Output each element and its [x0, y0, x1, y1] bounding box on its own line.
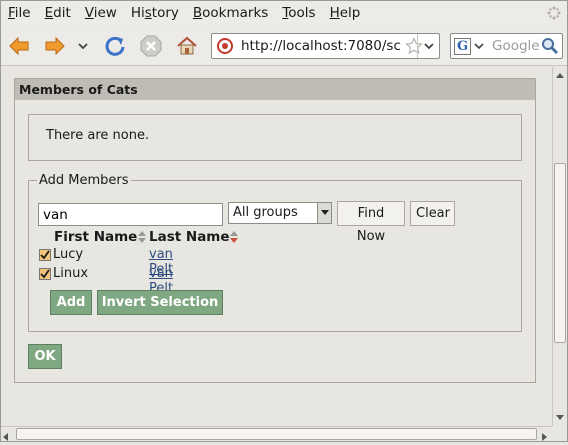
menu-view[interactable]: View — [78, 2, 124, 24]
menu-help[interactable]: Help — [323, 2, 368, 24]
triangle-down-icon — [556, 414, 564, 420]
web-search-bar[interactable]: G Google — [450, 33, 563, 59]
site-favicon-icon — [217, 38, 233, 54]
url-history-dropdown[interactable] — [417, 34, 439, 58]
first-name-cell: Lucy — [53, 247, 84, 262]
first-name-cell: Linux — [53, 266, 89, 281]
url-text[interactable]: http://localhost:7080/sc — [241, 38, 402, 54]
scroll-left-button[interactable] — [3, 430, 8, 445]
add-button[interactable]: Add — [50, 290, 92, 315]
group-select-value: All groups — [233, 205, 298, 220]
triangle-up-icon — [556, 72, 564, 78]
history-dropdown-button[interactable] — [73, 32, 93, 60]
horizontal-scrollbar[interactable] — [1, 426, 552, 441]
chevron-down-icon — [474, 42, 484, 49]
checkmark-icon — [40, 250, 50, 260]
forward-button[interactable] — [41, 32, 69, 60]
last-name-header[interactable]: Last Name — [149, 229, 230, 245]
menu-history[interactable]: History — [124, 2, 186, 24]
menu-bookmarks[interactable]: Bookmarks — [186, 2, 275, 24]
horizontal-scroll-thumb[interactable] — [16, 428, 537, 440]
chevron-down-icon — [423, 42, 434, 49]
back-arrow-icon — [9, 36, 29, 56]
scroll-right-button[interactable] — [542, 430, 547, 445]
member-search-input[interactable] — [38, 203, 223, 226]
reload-icon — [105, 36, 125, 56]
home-button[interactable] — [173, 32, 201, 60]
triangle-down-icon — [320, 210, 329, 215]
menu-tools[interactable]: Tools — [275, 2, 322, 24]
stop-button[interactable] — [137, 32, 165, 60]
clear-button[interactable]: Clear — [410, 201, 455, 226]
select-arrow[interactable] — [317, 203, 331, 223]
forward-arrow-icon — [45, 36, 65, 56]
checkmark-icon — [40, 269, 50, 279]
throbber-icon — [547, 6, 561, 20]
add-members-legend: Add Members — [39, 173, 129, 188]
url-bar[interactable]: http://localhost:7080/sc — [211, 33, 440, 59]
home-icon — [177, 36, 197, 55]
sort-arrows-icon[interactable] — [230, 231, 238, 243]
members-panel: Members of Cats There are none. Add Memb… — [14, 78, 536, 383]
reload-button[interactable] — [101, 32, 129, 60]
find-now-button[interactable]: Find Now — [337, 201, 405, 244]
google-logo-icon: G — [454, 37, 471, 55]
group-select[interactable]: All groups — [228, 202, 332, 224]
triangle-left-icon — [3, 433, 8, 441]
no-members-text: There are none. — [46, 128, 150, 143]
member-checkbox[interactable] — [39, 249, 51, 261]
scrollbar-corner — [552, 426, 567, 441]
current-members-box: There are none. — [28, 114, 522, 161]
ok-button[interactable]: OK — [28, 344, 62, 369]
sort-arrows-icon[interactable] — [138, 231, 146, 243]
menu-bar: File Edit View History Bookmarks Tools H… — [1, 1, 567, 25]
stop-icon — [140, 35, 162, 57]
member-checkbox[interactable] — [39, 268, 51, 280]
scroll-up-button[interactable] — [553, 68, 567, 82]
menu-edit[interactable]: Edit — [38, 2, 78, 24]
search-icon[interactable] — [541, 37, 559, 55]
add-members-fieldset: Add Members All groups Find Now Clear Fi… — [28, 173, 522, 332]
chevron-down-icon — [78, 43, 88, 50]
navigation-toolbar: http://localhost:7080/sc G Google — [1, 26, 567, 66]
vertical-scroll-thumb[interactable] — [554, 163, 566, 343]
invert-selection-button[interactable]: Invert Selection — [97, 290, 223, 315]
search-engine-selector[interactable]: G — [454, 37, 488, 55]
panel-title: Members of Cats — [15, 79, 535, 100]
vertical-scrollbar[interactable] — [552, 67, 567, 426]
scroll-down-button[interactable] — [553, 410, 567, 424]
triangle-right-icon — [542, 433, 547, 441]
page-viewport: Members of Cats There are none. Add Memb… — [1, 67, 552, 426]
first-name-header[interactable]: First Name — [54, 229, 137, 245]
back-button[interactable] — [5, 32, 33, 60]
menu-file[interactable]: File — [1, 2, 38, 24]
search-placeholder[interactable]: Google — [492, 38, 540, 54]
